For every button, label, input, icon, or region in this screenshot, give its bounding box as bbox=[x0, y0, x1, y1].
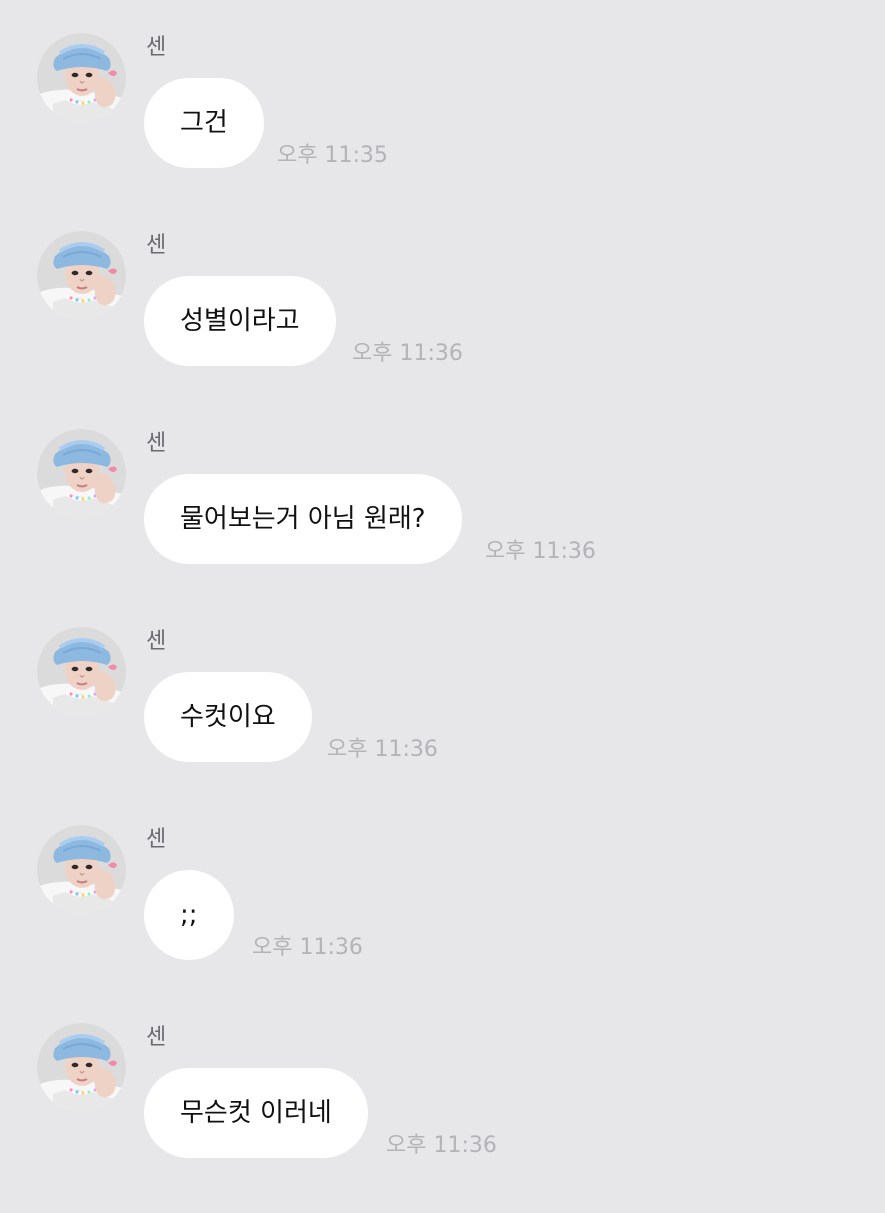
message-bubble[interactable]: ;; bbox=[144, 870, 234, 960]
sender-name: 센 bbox=[146, 827, 167, 852]
profile-photo-icon bbox=[37, 825, 126, 914]
message-row-3: 센 물어보는거 아님 원래? 오후 11:36 bbox=[0, 429, 885, 619]
avatar[interactable] bbox=[37, 825, 126, 914]
message-row-5: 센 ;; 오후 11:36 bbox=[0, 825, 885, 1015]
message-row-2: 센 성별이라고 오후 11:36 bbox=[0, 231, 885, 421]
message-row-4: 센 수컷이요 오후 11:36 bbox=[0, 627, 885, 817]
message-time: 오후 11:36 bbox=[485, 539, 596, 564]
avatar[interactable] bbox=[37, 33, 126, 122]
sender-name: 센 bbox=[146, 35, 167, 60]
message-time: 오후 11:36 bbox=[252, 935, 363, 960]
sender-name: 센 bbox=[146, 1025, 167, 1050]
avatar[interactable] bbox=[37, 429, 126, 518]
message-time: 오후 11:36 bbox=[386, 1133, 497, 1158]
message-bubble[interactable]: 성별이라고 bbox=[144, 276, 336, 366]
message-bubble[interactable]: 그건 bbox=[144, 78, 264, 168]
message-time: 오후 11:36 bbox=[352, 341, 463, 366]
message-time: 오후 11:35 bbox=[277, 143, 388, 168]
avatar[interactable] bbox=[37, 231, 126, 320]
avatar[interactable] bbox=[37, 627, 126, 716]
profile-photo-icon bbox=[37, 627, 126, 716]
profile-photo-icon bbox=[37, 429, 126, 518]
profile-photo-icon bbox=[37, 1023, 126, 1112]
message-row-1: 센 그건 오후 11:35 bbox=[0, 33, 885, 223]
avatar[interactable] bbox=[37, 1023, 126, 1112]
message-row-6: 센 무슨컷 이러네 오후 11:36 bbox=[0, 1023, 885, 1213]
sender-name: 센 bbox=[146, 431, 167, 456]
sender-name: 센 bbox=[146, 629, 167, 654]
message-bubble[interactable]: 수컷이요 bbox=[144, 672, 312, 762]
message-time: 오후 11:36 bbox=[327, 737, 438, 762]
message-bubble[interactable]: 무슨컷 이러네 bbox=[144, 1068, 368, 1158]
profile-photo-icon bbox=[37, 231, 126, 320]
chat-thread: 센 그건 오후 11:35 센 성별이라고 오후 11:36 센 물어보는거 아… bbox=[0, 0, 885, 1200]
profile-photo-icon bbox=[37, 33, 126, 122]
sender-name: 센 bbox=[146, 233, 167, 258]
message-bubble[interactable]: 물어보는거 아님 원래? bbox=[144, 474, 462, 564]
